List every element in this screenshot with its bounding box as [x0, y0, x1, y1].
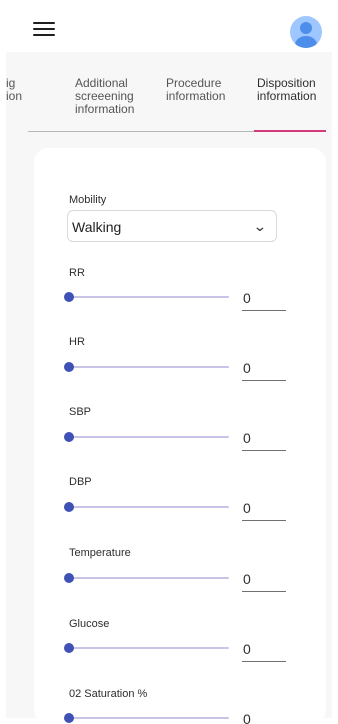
o2-saturation-label: 02 Saturation %	[69, 688, 148, 700]
menu-icon[interactable]	[33, 20, 55, 38]
o2-saturation-slider-thumb[interactable]	[64, 713, 74, 723]
rr-label: RR	[69, 267, 85, 279]
mobility-select[interactable]: Walking ⌄	[67, 210, 277, 242]
hr-slider-thumb[interactable]	[64, 362, 74, 372]
hr-value: 0	[243, 360, 251, 376]
mobility-label: Mobility	[69, 194, 107, 206]
sbp-label: SBP	[69, 406, 92, 418]
temperature-slider-thumb[interactable]	[64, 573, 74, 583]
hr-number-field[interactable]: 0	[242, 356, 286, 381]
glucose-slider-thumb[interactable]	[64, 643, 74, 653]
tab-disposition-information[interactable]: Disposition information	[257, 77, 329, 103]
top-app-bar	[6, 8, 332, 52]
o2-saturation-slider[interactable]	[64, 713, 229, 723]
section-tabs: ig ion Additional screeening information…	[6, 52, 332, 134]
dbp-slider-thumb[interactable]	[64, 502, 74, 512]
o2-saturation-number-field[interactable]: 0	[242, 707, 286, 724]
o2-saturation-value: 0	[243, 711, 251, 724]
glucose-label: Glucose	[69, 618, 110, 630]
dbp-slider[interactable]	[64, 502, 229, 512]
sbp-value: 0	[243, 430, 251, 446]
hr-slider[interactable]	[64, 362, 229, 372]
tab-procedure-information[interactable]: Procedure information	[166, 77, 246, 103]
hr-label: HR	[69, 336, 85, 348]
user-avatar-icon[interactable]	[290, 16, 322, 48]
dbp-number-field[interactable]: 0	[242, 496, 286, 521]
temperature-number-field[interactable]: 0	[242, 567, 286, 592]
rr-value: 0	[243, 290, 251, 306]
temperature-label: Temperature	[69, 547, 131, 559]
tab-additional-screening-information[interactable]: Additional screeening information	[75, 77, 147, 116]
mobility-select-value: Walking	[72, 219, 122, 235]
dbp-label: DBP	[69, 476, 92, 488]
disposition-form-card: Mobility Walking ⌄ RR 0 HR 0 SBP 0 DBP 0…	[34, 148, 326, 724]
glucose-value: 0	[243, 641, 251, 657]
dbp-value: 0	[243, 500, 251, 516]
rr-slider-thumb[interactable]	[64, 292, 74, 302]
temperature-value: 0	[243, 571, 251, 587]
sbp-slider[interactable]	[64, 432, 229, 442]
sbp-number-field[interactable]: 0	[242, 426, 286, 451]
glucose-number-field[interactable]: 0	[242, 637, 286, 662]
chevron-down-icon: ⌄	[253, 218, 268, 234]
tab-previous-partial[interactable]: ig ion	[6, 77, 30, 103]
temperature-slider[interactable]	[64, 573, 229, 583]
rr-slider[interactable]	[64, 292, 229, 302]
active-tab-indicator	[254, 130, 326, 132]
rr-number-field[interactable]: 0	[242, 286, 286, 311]
sbp-slider-thumb[interactable]	[64, 432, 74, 442]
glucose-slider[interactable]	[64, 643, 229, 653]
